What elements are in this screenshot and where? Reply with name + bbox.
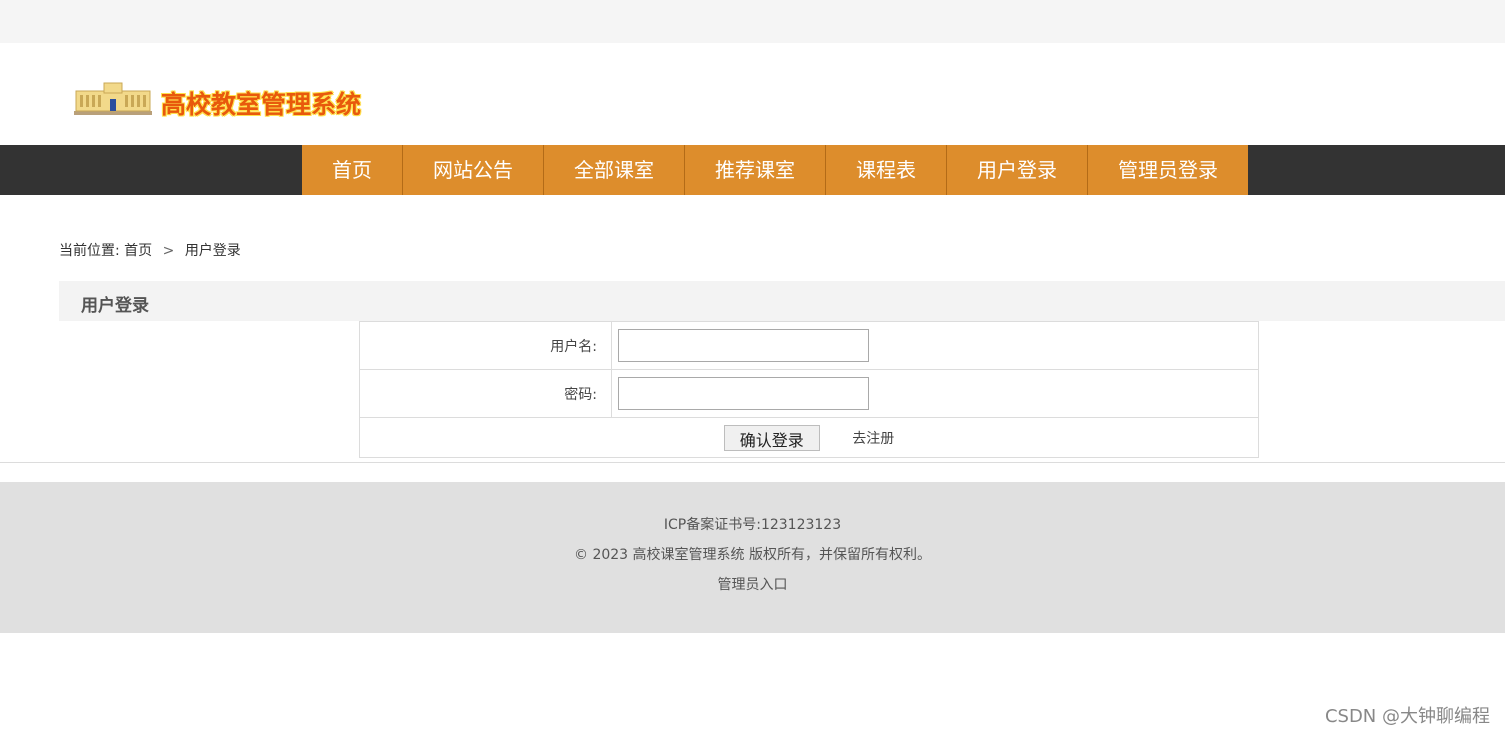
login-section-header: 用户登录: [59, 281, 1505, 321]
nav-item-user-login[interactable]: 用户登录: [947, 145, 1088, 195]
chevron-right-icon: >: [162, 243, 175, 259]
main-navbar: 首页 网站公告 全部课室 推荐课室 课程表 用户登录 管理员登录: [0, 145, 1505, 195]
nav-item-timetable[interactable]: 课程表: [826, 145, 947, 195]
footer-icp: ICP备案证书号:123123123: [663, 517, 842, 533]
nav-item-all-classrooms[interactable]: 全部课室: [544, 145, 685, 195]
breadcrumb: 当前位置: 首页 > 用户登录: [59, 240, 241, 260]
password-row: 密码:: [359, 369, 1259, 418]
nav-item-home[interactable]: 首页: [302, 145, 403, 195]
username-label: 用户名:: [359, 321, 612, 370]
login-heading: 用户登录: [81, 296, 149, 316]
username-input[interactable]: [618, 329, 869, 362]
confirm-login-button[interactable]: 确认登录: [723, 424, 820, 451]
footer-admin-link[interactable]: 管理员入口: [0, 574, 1505, 594]
breadcrumb-home-link[interactable]: 首页: [124, 243, 152, 259]
top-strip: [0, 0, 1505, 43]
nav-item-admin-login[interactable]: 管理员登录: [1088, 145, 1248, 195]
login-form: 用户名: 密码: 确认登录 去注册: [359, 321, 1259, 458]
site-title[interactable]: 高校教室管理系统: [161, 85, 361, 121]
username-row: 用户名:: [359, 321, 1259, 370]
csdn-watermark: CSDN @大钟聊编程: [1324, 706, 1490, 727]
nav-item-recommended-classrooms[interactable]: 推荐课室: [685, 145, 826, 195]
password-label: 密码:: [359, 369, 612, 418]
actions-row: 确认登录 去注册: [359, 417, 1259, 458]
site-header: 高校教室管理系统: [0, 43, 1505, 145]
password-cell: [611, 369, 1259, 418]
password-input[interactable]: [618, 377, 869, 410]
content-divider: [0, 462, 1505, 463]
breadcrumb-current: 用户登录: [184, 243, 241, 259]
username-cell: [611, 321, 1259, 370]
register-link[interactable]: 去注册: [852, 431, 894, 447]
nav-item-announcements[interactable]: 网站公告: [403, 145, 544, 195]
school-building-icon: [74, 82, 152, 115]
site-footer: ICP备案证书号:123123123 © 2023 高校课室管理系统 版权所有，…: [0, 482, 1505, 633]
footer-copyright: © 2023 高校课室管理系统 版权所有，并保留所有权利。: [574, 547, 931, 563]
actions-cell: 确认登录 去注册: [359, 417, 1259, 458]
nav-menu: 首页 网站公告 全部课室 推荐课室 课程表 用户登录 管理员登录: [302, 145, 1248, 195]
breadcrumb-prefix: 当前位置:: [59, 243, 120, 259]
